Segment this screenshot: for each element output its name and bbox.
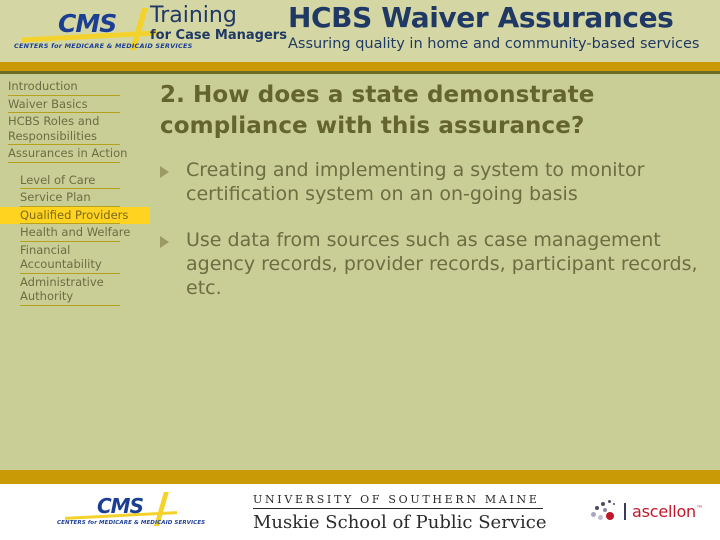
cms-logo-footer: CMS CENTERS for MEDICARE & MEDICAID SERV… <box>55 490 205 532</box>
sidebar-item-label: Health and Welfare <box>20 225 131 239</box>
sidebar-item-level-of-care[interactable]: Level of Care <box>0 172 150 189</box>
header-gold-divider <box>0 62 720 71</box>
sidebar-item-label: Assurances in Action <box>8 146 128 160</box>
page-title: 2. How does a state demonstrate complian… <box>160 82 595 139</box>
sidebar-item-rule <box>8 161 120 163</box>
ascellon-trademark: ™ <box>696 504 703 513</box>
bullet-list: Creating and implementing a system to mo… <box>160 158 705 300</box>
sidebar-item-label: Introduction <box>8 79 78 93</box>
ascellon-logo: ascellon™ <box>588 498 703 524</box>
bullet-item: Creating and implementing a system to mo… <box>160 158 705 206</box>
course-title: HCBS Waiver Assurances <box>288 1 674 34</box>
cms-wordmark: CMS <box>58 9 117 38</box>
usm-school-line: Muskie School of Public Service <box>253 512 547 533</box>
sidebar-item-assurances-in-action[interactable]: Assurances in Action <box>0 145 150 163</box>
sidebar-item-rule <box>20 304 120 306</box>
ascellon-dots-icon <box>588 499 622 523</box>
ascellon-wordmark: ascellon™ <box>632 502 703 521</box>
sidebar-item-label: Waiver Basics <box>8 96 88 111</box>
slide-footer: CMS CENTERS for MEDICARE & MEDICAID SERV… <box>0 484 720 540</box>
bullet-text: Creating and implementing a system to mo… <box>186 159 645 205</box>
training-subtitle: for Case Managers <box>150 28 287 43</box>
slide-header: CMS CENTERS for MEDICARE & MEDICAID SERV… <box>0 0 720 62</box>
arrow-bullet-icon <box>160 158 186 183</box>
sidebar-nav: Introduction Waiver Basics HCBS Roles and … <box>0 78 150 470</box>
bullet-text: Use data from sources such as case manag… <box>186 229 698 299</box>
sidebar-item-label: Financial Accountability <box>20 242 102 272</box>
sidebar-item-service-plan[interactable]: Service Plan <box>0 189 150 207</box>
sidebar-item-qualified-providers[interactable]: Qualified Providers <box>0 206 150 224</box>
sidebar-item-administrative-authority[interactable]: Administrative Authority <box>0 274 150 306</box>
header-olive-divider <box>0 71 720 74</box>
footer-gold-divider <box>0 470 720 484</box>
ascellon-divider <box>624 502 626 520</box>
sidebar-item-label: Qualified Providers <box>20 207 129 222</box>
course-branding: HCBS Waiver Assurances Assuring quality … <box>288 2 718 54</box>
usm-university-line: UNIVERSITY OF SOUTHERN MAINE <box>253 493 543 509</box>
sidebar-item-health-and-welfare[interactable]: Health and Welfare <box>0 224 150 242</box>
sidebar-item-label: HCBS Roles and Responsibilities <box>8 114 100 143</box>
sidebar-item-waiver-basics[interactable]: Waiver Basics <box>0 96 150 113</box>
bullet-item: Use data from sources such as case manag… <box>160 228 705 300</box>
sidebar-item-financial-accountability[interactable]: Financial Accountability <box>0 242 150 274</box>
cms-wordmark-footer: CMS <box>97 494 144 518</box>
sidebar-item-label: Service Plan <box>20 190 91 204</box>
usm-muskie-logo: UNIVERSITY OF SOUTHERN MAINE Muskie Scho… <box>253 493 547 533</box>
slide: CMS CENTERS for MEDICARE & MEDICAID SERV… <box>0 0 720 540</box>
cms-tagline-footer: CENTERS for MEDICARE & MEDICAID SERVICES <box>57 520 206 526</box>
arrow-bullet-icon <box>160 228 186 253</box>
ascellon-text: ascellon <box>632 501 697 521</box>
sidebar-item-label: Level of Care <box>20 172 96 187</box>
training-branding: Training for Case Managers <box>150 4 287 44</box>
sidebar-item-label: Administrative Authority <box>20 274 104 304</box>
sidebar-item-introduction[interactable]: Introduction <box>0 78 150 96</box>
course-subtitle: Assuring quality in home and community-b… <box>288 36 700 52</box>
slide-content: 2. How does a state demonstrate complian… <box>160 80 705 322</box>
sidebar-item-hcbs-roles-and-responsibilities[interactable]: HCBS Roles and Responsibilities <box>0 113 150 145</box>
training-title: Training <box>150 3 237 28</box>
